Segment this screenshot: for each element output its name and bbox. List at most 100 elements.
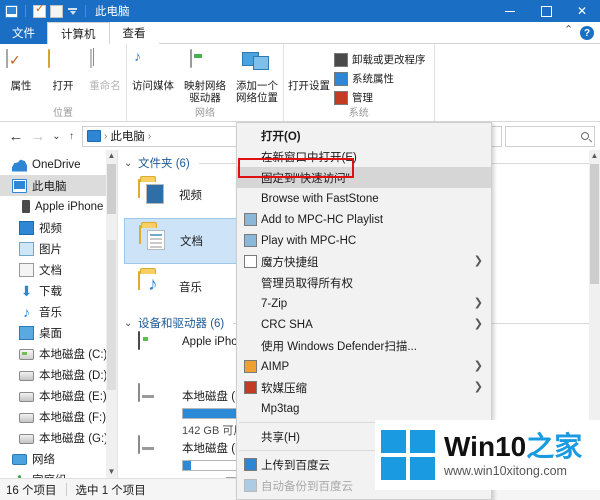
music-folder-icon [138, 271, 172, 302]
context-menu-item-10[interactable]: 使用 Windows Defender扫描... [237, 335, 491, 356]
music-icon: ♪ [23, 303, 30, 320]
apple-iphone-device-icon [138, 331, 174, 372]
customize-dropdown-icon[interactable] [67, 5, 78, 18]
new-folder-icon[interactable] [50, 4, 63, 18]
context-menu-item-6[interactable]: 魔方快捷组 ❯ [237, 251, 491, 272]
close-button[interactable]: ✕ [564, 0, 600, 22]
recent-locations-button[interactable]: ⌄ [49, 125, 64, 147]
sidebar-item-label: 视频 [39, 222, 62, 235]
ribbon-button-add-network-location[interactable]: 添加一个网络位置 [231, 48, 283, 106]
scroll-up-arrow[interactable]: ▲ [589, 150, 600, 162]
sidebar-item-12[interactable]: 本地磁盘 (F:) [0, 406, 117, 427]
ribbon-button-system-properties[interactable]: 系统属性 [330, 69, 430, 88]
ribbon-button-map-network-drive[interactable]: 映射网络驱动器 [179, 48, 231, 106]
context-menu-item-5[interactable]: Play with MPC-HC [237, 230, 491, 251]
folder-tile-2[interactable]: 音乐 [124, 264, 244, 310]
context-menu-item-9[interactable]: CRC SHA ❯ [237, 314, 491, 335]
context-menu-item-label: 软媒压缩 [261, 382, 307, 395]
chevron-down-icon[interactable]: ⌄ [124, 318, 134, 329]
breadcrumb-this-pc[interactable]: 此电脑 [110, 128, 145, 144]
search-input[interactable] [505, 125, 595, 147]
folder-tile-label: 视频 [179, 190, 202, 202]
maximize-button[interactable] [528, 0, 564, 22]
scroll-down-arrow[interactable]: ▼ [106, 466, 117, 478]
breadcrumb-separator[interactable]: › [148, 131, 151, 142]
status-selection: 选中 1 个项目 [75, 484, 146, 497]
ribbon-button-label: 卸载或更改程序 [352, 54, 426, 66]
map-network-drive-icon [190, 49, 220, 78]
context-menu-item-11[interactable]: AIMP ❯ [237, 356, 491, 377]
sidebar-item-label: 本地磁盘 (G:) [39, 432, 108, 445]
ribbon-button-open[interactable]: 打开 [42, 48, 84, 94]
capacity-bar-fill [183, 461, 191, 470]
sidebar-item-11[interactable]: 本地磁盘 (E:) [0, 385, 117, 406]
sidebar-item-10[interactable]: 本地磁盘 (D:) [0, 364, 117, 385]
context-menu-item-2[interactable]: 固定到"快速访问" [237, 167, 491, 188]
scroll-up-arrow[interactable]: ▲ [106, 150, 117, 162]
up-button[interactable]: ↑ [64, 125, 79, 147]
ribbon-button-manage[interactable]: 管理 [330, 88, 430, 107]
ribbon-button-open-settings[interactable]: 打开设置 [288, 48, 330, 94]
submenu-chevron-icon: ❯ [473, 255, 483, 267]
group-title: 文件夹 (6) [138, 158, 190, 170]
context-menu-item-13[interactable]: Mp3tag [237, 398, 491, 419]
sidebar-item-3[interactable]: 视频 [0, 217, 117, 238]
quick-access-toolbar [0, 3, 89, 18]
ribbon-button-uninstall-program[interactable]: 卸载或更改程序 [330, 50, 430, 69]
drive-icon [19, 433, 34, 444]
sidebar-item-0[interactable]: OneDrive [0, 154, 117, 175]
sidebar-item-4[interactable]: 图片 [0, 238, 117, 259]
context-menu-item-label: AIMP [261, 360, 290, 373]
this-pc-icon [87, 130, 101, 142]
toolbar-divider [25, 5, 26, 17]
back-button[interactable]: ← [5, 125, 27, 147]
scroll-track[interactable] [107, 240, 116, 390]
sidebar-item-9[interactable]: 本地磁盘 (C:) [0, 343, 117, 364]
sidebar-item-1[interactable]: 此电脑 [0, 175, 117, 196]
tab-view[interactable]: 查看 [109, 22, 159, 44]
sidebar-item-13[interactable]: 本地磁盘 (G:) [0, 427, 117, 448]
sidebar-item-5[interactable]: 文档 [0, 259, 117, 280]
ribbon-button-label: 打开设置 [288, 80, 330, 92]
context-menu-item-1[interactable]: 在新窗口中打开(E) [237, 146, 491, 167]
ribbon-button-properties[interactable]: 属性 [0, 48, 42, 94]
folder-tile-0[interactable]: 视频 [124, 172, 244, 218]
scroll-thumb[interactable] [590, 164, 599, 284]
submenu-chevron-icon: ❯ [473, 297, 483, 309]
ribbon-button-access-media[interactable]: 访问媒体 [127, 48, 179, 94]
context-menu-item-label: Browse with FastStone [261, 192, 379, 205]
sidebar-item-14[interactable]: 网络 [0, 448, 117, 469]
context-menu-item-4[interactable]: Add to MPC-HC Playlist [237, 209, 491, 230]
minimize-button[interactable] [492, 0, 528, 22]
context-menu-item-7[interactable]: 管理员取得所有权 [237, 272, 491, 293]
ribbon-button-rename: 重命名 [84, 48, 126, 94]
folder-tile-1[interactable]: 文档 [124, 218, 244, 264]
documents-folder-icon [139, 225, 173, 256]
file-explorer-window: 此电脑 ✕ 文件 计算机 查看 ? 属性 打开 [0, 0, 600, 500]
tab-file[interactable]: 文件 [0, 22, 47, 44]
ribbon-tab-bar: 文件 计算机 查看 ? [0, 22, 600, 44]
sidebar-item-15[interactable]: ✤家庭组 [0, 469, 117, 479]
help-icon[interactable]: ? [580, 26, 594, 40]
sidebar-item-6[interactable]: ⬇ 下载 [0, 280, 117, 301]
context-menu-item-label: 魔方快捷组 [261, 256, 319, 269]
context-menu-item-3[interactable]: Browse with FastStone [237, 188, 491, 209]
properties-icon[interactable] [33, 3, 46, 18]
context-menu-item-0[interactable]: 打开(O) [237, 125, 491, 146]
desktop-icon [19, 325, 34, 340]
sidebar-item-8[interactable]: 桌面 [0, 322, 117, 343]
this-pc-icon[interactable] [5, 4, 18, 18]
drive-icon [19, 391, 34, 402]
tab-computer[interactable]: 计算机 [47, 22, 110, 44]
ribbon-group-network: 访问媒体 映射网络驱动器 添加一个网络位置 网络 [127, 44, 284, 121]
collapse-ribbon-icon[interactable] [564, 23, 574, 38]
navigation-scrollbar[interactable]: ▲ ▼ [106, 150, 117, 478]
chevron-down-icon[interactable]: ⌄ [124, 158, 134, 169]
context-menu-item-8[interactable]: 7-Zip ❯ [237, 293, 491, 314]
context-menu-item-label: CRC SHA [261, 318, 313, 331]
context-menu-item-12[interactable]: 软媒压缩 ❯ [237, 377, 491, 398]
videos-folder-icon [19, 220, 34, 235]
scroll-thumb[interactable] [107, 164, 116, 214]
sidebar-item-7[interactable]: ♪ 音乐 [0, 301, 117, 322]
sidebar-item-2[interactable]: Apple iPhone [0, 196, 117, 217]
